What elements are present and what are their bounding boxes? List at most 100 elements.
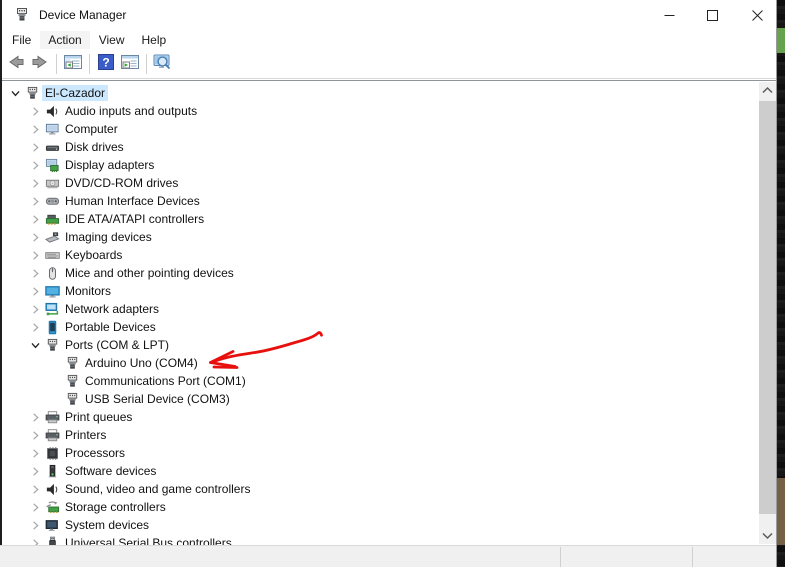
tree-item[interactable]: Computer <box>2 120 759 138</box>
tree-item[interactable]: Processors <box>2 444 759 462</box>
tree-item[interactable]: Imaging devices <box>2 228 759 246</box>
chevron-expanded-icon[interactable] <box>26 338 44 352</box>
tree-item[interactable]: Storage controllers <box>2 498 759 516</box>
chevron-collapsed-icon[interactable] <box>26 284 44 298</box>
tree-item-label[interactable]: Audio inputs and outputs <box>62 103 200 119</box>
tree-item-label[interactable]: Sound, video and game controllers <box>62 481 253 497</box>
tree-item-label[interactable]: Computer <box>62 121 121 137</box>
tree-item[interactable]: El-Cazador <box>2 84 759 102</box>
tree-item-label[interactable]: Network adapters <box>62 301 162 317</box>
tree-item-label[interactable]: Imaging devices <box>62 229 155 245</box>
device-manager-window: Device Manager FileActionViewHelp ? El-C… <box>0 0 777 567</box>
menu-item-help[interactable]: Help <box>134 31 175 49</box>
tree-item-label[interactable]: Printers <box>62 427 109 443</box>
scan-for-hardware-changes-button[interactable] <box>152 53 174 75</box>
menu-item-file[interactable]: File <box>4 31 39 49</box>
tree-item-label[interactable]: Arduino Uno (COM4) <box>82 355 201 371</box>
chevron-collapsed-icon[interactable] <box>26 410 44 424</box>
scroll-up-button[interactable] <box>759 82 776 99</box>
minimize-button[interactable] <box>652 0 686 30</box>
close-button[interactable] <box>740 0 774 30</box>
tree-item[interactable]: Human Interface Devices <box>2 192 759 210</box>
chevron-collapsed-icon[interactable] <box>26 446 44 460</box>
tree-item-label[interactable]: System devices <box>62 517 152 533</box>
tree-item[interactable]: Mice and other pointing devices <box>2 264 759 282</box>
chevron-spacer <box>46 374 64 388</box>
forward-button[interactable] <box>29 53 51 75</box>
tree-item[interactable]: Keyboards <box>2 246 759 264</box>
tree-item[interactable]: Communications Port (COM1) <box>2 372 759 390</box>
tree-item[interactable]: Arduino Uno (COM4) <box>2 354 759 372</box>
vertical-scrollbar[interactable] <box>759 82 776 544</box>
tree-item[interactable]: USB Serial Device (COM3) <box>2 390 759 408</box>
chevron-collapsed-icon[interactable] <box>26 248 44 262</box>
tree-item-label[interactable]: Monitors <box>62 283 114 299</box>
chevron-collapsed-icon[interactable] <box>26 140 44 154</box>
show-hide-action-pane-button[interactable] <box>119 53 141 75</box>
tree-item[interactable]: Sound, video and game controllers <box>2 480 759 498</box>
help-button[interactable]: ? <box>95 53 117 75</box>
maximize-button[interactable] <box>695 0 729 30</box>
tree-item[interactable]: Print queues <box>2 408 759 426</box>
chevron-collapsed-icon[interactable] <box>26 428 44 442</box>
tree-item[interactable]: Audio inputs and outputs <box>2 102 759 120</box>
tree-item[interactable]: Ports (COM & LPT) <box>2 336 759 354</box>
chevron-collapsed-icon[interactable] <box>26 176 44 190</box>
serial-port-icon <box>64 392 80 407</box>
menu-item-action[interactable]: Action <box>40 31 89 49</box>
chevron-collapsed-icon[interactable] <box>26 122 44 136</box>
tree-item-label[interactable]: Processors <box>62 445 128 461</box>
chevron-expanded-icon[interactable] <box>6 86 24 100</box>
tree-item-label[interactable]: DVD/CD-ROM drives <box>62 175 181 191</box>
tree-item[interactable]: System devices <box>2 516 759 534</box>
chevron-collapsed-icon[interactable] <box>26 104 44 118</box>
tree-item-label[interactable]: Ports (COM & LPT) <box>62 337 172 353</box>
titlebar[interactable]: Device Manager <box>2 0 776 30</box>
tree-item[interactable]: Display adapters <box>2 156 759 174</box>
device-manager-app-icon <box>14 7 30 23</box>
tree-item[interactable]: Printers <box>2 426 759 444</box>
tree-item-label[interactable]: Software devices <box>62 463 159 479</box>
chevron-collapsed-icon[interactable] <box>26 212 44 226</box>
tree-item[interactable]: Portable Devices <box>2 318 759 336</box>
scroll-thumb[interactable] <box>759 101 776 514</box>
chevron-collapsed-icon[interactable] <box>26 158 44 172</box>
tree-item-label[interactable]: USB Serial Device (COM3) <box>82 391 233 407</box>
menu-item-view[interactable]: View <box>91 31 133 49</box>
chevron-collapsed-icon[interactable] <box>26 320 44 334</box>
tree-item[interactable]: DVD/CD-ROM drives <box>2 174 759 192</box>
chevron-collapsed-icon[interactable] <box>26 230 44 244</box>
show-hide-console-tree-button[interactable] <box>62 53 84 75</box>
tree-item-label[interactable]: Disk drives <box>62 139 127 155</box>
chevron-collapsed-icon[interactable] <box>26 482 44 496</box>
tree-item-label[interactable]: Storage controllers <box>62 499 169 515</box>
desktop-brown-patch <box>777 478 785 545</box>
device-tree: El-Cazador Audio inputs and outputs Comput… <box>2 84 759 546</box>
tree-item[interactable]: Network adapters <box>2 300 759 318</box>
dvd-drive-icon <box>44 176 60 191</box>
tree-item-label[interactable]: Print queues <box>62 409 135 425</box>
chevron-collapsed-icon[interactable] <box>26 464 44 478</box>
tree-item-label[interactable]: Human Interface Devices <box>62 193 203 209</box>
chevron-collapsed-icon[interactable] <box>26 302 44 316</box>
tree-item-label[interactable]: Mice and other pointing devices <box>62 265 237 281</box>
tree-panel: El-Cazador Audio inputs and outputs Comput… <box>2 80 777 546</box>
chevron-collapsed-icon[interactable] <box>26 266 44 280</box>
tree-item-label[interactable]: Keyboards <box>62 247 125 263</box>
chevron-collapsed-icon[interactable] <box>26 518 44 532</box>
tree-item-label[interactable]: IDE ATA/ATAPI controllers <box>62 211 207 227</box>
chevron-collapsed-icon[interactable] <box>26 194 44 208</box>
printer-icon <box>44 410 60 425</box>
scroll-down-button[interactable] <box>759 527 776 544</box>
tree-item[interactable]: Monitors <box>2 282 759 300</box>
tree-item[interactable]: Disk drives <box>2 138 759 156</box>
tree-item[interactable]: Software devices <box>2 462 759 480</box>
tree-item-label[interactable]: Portable Devices <box>62 319 159 335</box>
tree-item[interactable]: IDE ATA/ATAPI controllers <box>2 210 759 228</box>
back-button[interactable] <box>5 53 27 75</box>
device-manager-icon <box>24 86 40 101</box>
chevron-collapsed-icon[interactable] <box>26 500 44 514</box>
tree-item-label[interactable]: Display adapters <box>62 157 157 173</box>
tree-item-label[interactable]: El-Cazador <box>42 85 108 101</box>
tree-item-label[interactable]: Communications Port (COM1) <box>82 373 249 389</box>
